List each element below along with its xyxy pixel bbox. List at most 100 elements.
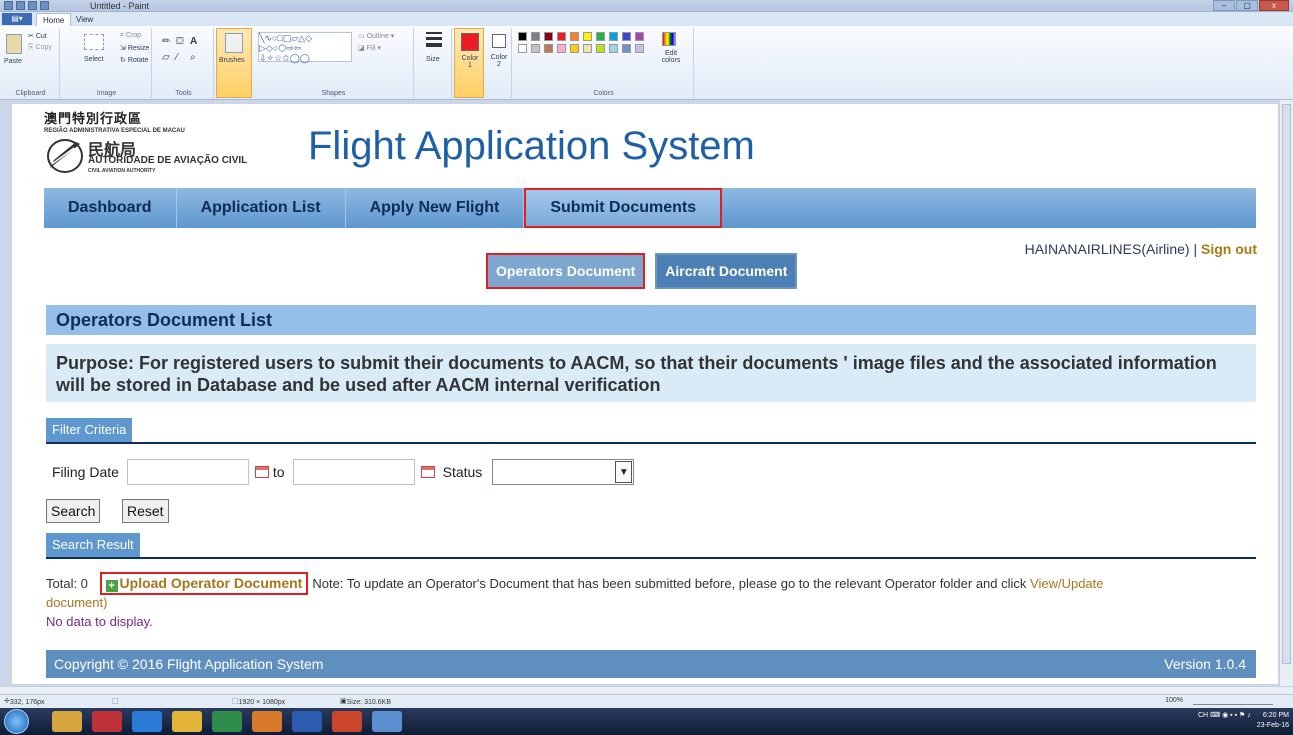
text-tool-icon[interactable]: A xyxy=(190,36,197,47)
paste-icon[interactable] xyxy=(6,34,22,54)
maximize-button[interactable]: ▢ xyxy=(1236,0,1258,11)
internet-explorer-icon[interactable] xyxy=(132,711,162,732)
tools-group: ✏ ⛋ A ▱ ⁄ ⌕ Tools xyxy=(154,28,214,98)
crop-button[interactable]: ⌗ Crop xyxy=(120,32,141,40)
pencil-icon[interactable]: ✏ xyxy=(162,36,170,47)
ribbon: Paste ✂ Cut ⎘ Copy Clipboard Select ⌗ Cr… xyxy=(0,26,1293,100)
palette-swatch[interactable] xyxy=(622,44,631,53)
rotate-button[interactable]: ↻ Rotate xyxy=(120,56,148,64)
palette-swatch[interactable] xyxy=(544,32,553,41)
excel-icon[interactable] xyxy=(212,711,242,732)
palette-swatch[interactable] xyxy=(635,44,644,53)
palette-swatch[interactable] xyxy=(570,44,579,53)
color-picker-icon[interactable]: ⁄ xyxy=(176,52,178,63)
resize-label: Resize xyxy=(127,45,150,52)
filing-date-from-input[interactable] xyxy=(126,459,249,485)
palette-swatch[interactable] xyxy=(609,44,618,53)
tab-view[interactable]: View xyxy=(70,13,99,26)
palette-swatch[interactable] xyxy=(570,32,579,41)
palette-swatch[interactable] xyxy=(609,32,618,41)
palette-swatch[interactable] xyxy=(557,44,566,53)
version-text: Version 1.0.4 xyxy=(1164,656,1246,672)
operators-document-button[interactable]: Operators Document xyxy=(486,253,646,289)
selection-icon: ⬚ xyxy=(112,698,119,705)
paint-status-bar: ✛ 332, 176px ⬚ ⬚ 1920 × 1080px ▣ Size: 3… xyxy=(0,694,1293,708)
colors-group: Edit colors Colors xyxy=(514,28,694,98)
edit-colors-icon[interactable] xyxy=(662,32,676,46)
acrobat-icon[interactable] xyxy=(92,711,122,732)
quick-access-toolbar xyxy=(4,1,49,10)
minimize-button[interactable]: – xyxy=(1213,0,1235,11)
edit-colors-button[interactable]: Edit colors xyxy=(660,50,682,64)
paint-app-icon[interactable] xyxy=(4,1,13,10)
nav-submit-documents[interactable]: Submit Documents xyxy=(524,188,723,228)
word-icon[interactable] xyxy=(292,711,322,732)
filing-date-to-input[interactable] xyxy=(292,459,415,485)
fill-button[interactable]: ◪ Fill ▾ xyxy=(358,44,381,52)
powerpoint-icon[interactable] xyxy=(332,711,362,732)
paste-button[interactable]: Paste xyxy=(4,58,22,65)
palette-swatch[interactable] xyxy=(544,44,553,53)
search-button[interactable]: Search xyxy=(46,499,101,523)
reset-button[interactable]: Reset xyxy=(122,499,169,523)
palette-swatch[interactable] xyxy=(518,32,527,41)
vertical-scroll-thumb[interactable] xyxy=(1282,104,1291,664)
outlook-icon[interactable] xyxy=(252,711,282,732)
zoom-slider[interactable] xyxy=(1193,697,1273,705)
upload-operator-document-button[interactable]: + Upload Operator Document xyxy=(99,572,309,595)
color1-button[interactable]: Color 1 xyxy=(454,28,484,98)
nav-apply-new-flight[interactable]: Apply New Flight xyxy=(346,188,525,228)
chevron-down-icon[interactable]: ▼ xyxy=(615,461,633,483)
brushes-button[interactable]: Brushes xyxy=(216,28,252,98)
palette-swatch[interactable] xyxy=(583,44,592,53)
calendar-icon[interactable] xyxy=(254,466,269,478)
calendar-icon[interactable] xyxy=(420,466,435,478)
close-button[interactable]: x xyxy=(1259,0,1289,11)
file-menu-button[interactable]: ▤▾ xyxy=(2,13,32,25)
cursor-position-value: 332, 176px xyxy=(9,699,45,706)
palette-swatch[interactable] xyxy=(557,32,566,41)
undo-icon[interactable] xyxy=(28,1,37,10)
nav-application-list[interactable]: Application List xyxy=(177,188,346,228)
start-button[interactable] xyxy=(4,709,29,734)
copy-button[interactable]: ⎘ Copy xyxy=(28,44,52,52)
nav-dashboard[interactable]: Dashboard xyxy=(44,188,177,228)
explorer-icon[interactable] xyxy=(52,711,82,732)
redo-icon[interactable] xyxy=(40,1,49,10)
tab-home[interactable]: Home xyxy=(36,13,72,26)
size-button[interactable]: Size xyxy=(416,28,452,98)
shapes-gallery[interactable]: ╲∿○□▢▱△◇ ▷◇○⬡⇨⇦ ⇩✧☆✩◯◯ xyxy=(258,32,352,63)
select-button[interactable]: Select xyxy=(84,56,103,63)
sign-out-link[interactable]: Sign out xyxy=(1201,241,1257,257)
palette-swatch[interactable] xyxy=(635,32,644,41)
color2-button[interactable]: Color 2 xyxy=(486,28,512,98)
paint-taskbar-icon[interactable] xyxy=(372,711,402,732)
aircraft-document-button[interactable]: Aircraft Document xyxy=(655,253,798,289)
palette-swatch[interactable] xyxy=(531,44,540,53)
chrome-icon[interactable] xyxy=(172,711,202,732)
eraser-icon[interactable]: ▱ xyxy=(162,52,170,63)
clipboard-group: Paste ✂ Cut ⎘ Copy Clipboard xyxy=(2,28,60,98)
outline-button[interactable]: ▭ Outline ▾ xyxy=(358,32,394,40)
user-separator: | xyxy=(1193,241,1198,257)
select-icon[interactable] xyxy=(84,34,104,50)
to-label: to xyxy=(272,464,285,480)
filter-divider xyxy=(46,442,1256,444)
save-icon[interactable] xyxy=(16,1,25,10)
vertical-scrollbar[interactable] xyxy=(1279,100,1293,686)
magnifier-icon[interactable]: ⌕ xyxy=(190,52,196,63)
note-end: document) xyxy=(46,595,108,610)
palette-swatch[interactable] xyxy=(596,44,605,53)
palette-swatch[interactable] xyxy=(531,32,540,41)
view-update-link[interactable]: View/Update xyxy=(1030,576,1103,591)
status-select[interactable]: ▼ xyxy=(492,459,635,485)
horizontal-scrollbar[interactable] xyxy=(0,686,1293,694)
fill-bucket-icon[interactable]: ⛋ xyxy=(176,36,184,47)
palette-swatch[interactable] xyxy=(518,44,527,53)
language-indicator[interactable]: CH xyxy=(1198,712,1208,719)
palette-swatch[interactable] xyxy=(583,32,592,41)
palette-swatch[interactable] xyxy=(596,32,605,41)
resize-button[interactable]: ⇲ Resize xyxy=(120,44,149,52)
cut-button[interactable]: ✂ Cut xyxy=(28,32,47,40)
palette-swatch[interactable] xyxy=(622,32,631,41)
